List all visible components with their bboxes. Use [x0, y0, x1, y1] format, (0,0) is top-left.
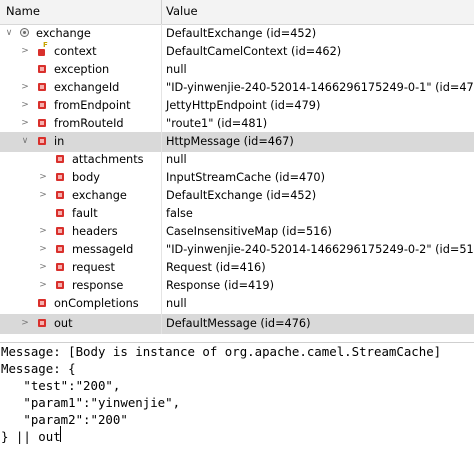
variable-name: body: [72, 171, 100, 184]
variable-value: "ID-yinwenjie-240-52014-1466296175249-0-…: [166, 81, 474, 94]
tree-row-headers[interactable]: > headers CaseInsensitiveMap (id=516): [0, 222, 474, 242]
chevron-right-icon[interactable]: >: [20, 117, 30, 129]
variable-value: null: [166, 63, 187, 76]
variable-value: JettyHttpEndpoint (id=479): [166, 99, 321, 112]
console-line: } || out: [1, 429, 61, 444]
tree-row-body[interactable]: > body InputStreamCache (id=470): [0, 168, 474, 188]
private-field-icon: [56, 245, 64, 253]
chevron-right-icon[interactable]: >: [20, 81, 30, 93]
chevron-right-icon[interactable]: >: [38, 225, 48, 237]
variable-name: out: [54, 317, 73, 330]
variable-value: DefaultCamelContext (id=462): [166, 45, 342, 58]
private-field-icon: [38, 119, 46, 127]
variable-name: fromEndpoint: [54, 99, 131, 112]
variable-name: attachments: [72, 153, 144, 166]
variable-value: DefaultMessage (id=476): [166, 317, 311, 330]
console-line: "param1":"yinwenjie",: [1, 395, 181, 410]
console-line: "param2":"200": [1, 412, 128, 427]
tree-header: Name Value: [0, 0, 474, 25]
tree-row-in[interactable]: ∨ in HttpMessage (id=467): [0, 132, 474, 152]
variable-name: exchange: [72, 189, 127, 202]
chevron-down-icon[interactable]: ∨: [20, 135, 30, 147]
variable-name: exchange: [36, 27, 91, 40]
chevron-right-icon[interactable]: >: [38, 243, 48, 255]
variable-name: messageId: [72, 243, 134, 256]
tree-row-context[interactable]: > context DefaultCamelContext (id=462): [0, 41, 474, 62]
variable-value: false: [166, 207, 193, 220]
private-field-icon: [56, 155, 64, 163]
variable-name: in: [54, 135, 65, 148]
chevron-right-icon[interactable]: >: [38, 171, 48, 183]
final-field-icon: [38, 41, 48, 57]
variable-value: InputStreamCache (id=470): [166, 171, 326, 184]
private-field-icon: [38, 65, 46, 73]
chevron-down-icon[interactable]: ∨: [4, 27, 14, 39]
private-field-icon: [56, 209, 64, 217]
private-field-icon: [56, 263, 64, 271]
private-field-icon: [38, 299, 46, 307]
variable-value: null: [166, 153, 187, 166]
private-field-icon: [56, 191, 64, 199]
tree-row-fromRouteId[interactable]: > fromRouteId "route1" (id=481): [0, 114, 474, 134]
name-column-header[interactable]: Name: [6, 4, 40, 18]
variable-name: fromRouteId: [54, 117, 124, 130]
variable-value: HttpMessage (id=467): [166, 135, 294, 148]
variable-value: null: [166, 297, 187, 310]
variable-value: "route1" (id=481): [166, 117, 268, 130]
variable-value: DefaultExchange (id=452): [166, 27, 317, 40]
console-line: "test":"200",: [1, 378, 121, 393]
private-field-icon: [56, 281, 64, 289]
private-field-icon: [38, 101, 46, 109]
private-field-icon: [38, 319, 46, 327]
console-output[interactable]: Message: [Body is instance of org.apache…: [0, 342, 474, 449]
variable-name: exchangeId: [54, 81, 120, 94]
tree-row-exception[interactable]: exception null: [0, 60, 474, 80]
tree-row-exchange-nested[interactable]: > exchange DefaultExchange (id=452): [0, 186, 474, 206]
value-column-header[interactable]: Value: [166, 4, 198, 18]
console-line: Message: [Body is instance of org.apache…: [1, 344, 442, 359]
variable-value: Request (id=416): [166, 261, 266, 274]
chevron-right-icon[interactable]: >: [20, 45, 30, 57]
tree-row-fault[interactable]: fault false: [0, 204, 474, 224]
variable-name: request: [72, 261, 115, 274]
chevron-right-icon[interactable]: >: [38, 261, 48, 273]
variable-name: headers: [72, 225, 118, 238]
variable-name: onCompletions: [54, 297, 139, 310]
variable-name: context: [54, 45, 97, 58]
private-field-icon: [56, 227, 64, 235]
private-field-icon: [56, 173, 64, 181]
column-divider[interactable]: [161, 0, 162, 24]
tree-row-request[interactable]: > request Request (id=416): [0, 258, 474, 278]
chevron-right-icon[interactable]: >: [38, 279, 48, 291]
private-field-icon: [38, 137, 46, 145]
chevron-right-icon[interactable]: >: [38, 189, 48, 201]
variable-value: DefaultExchange (id=452): [166, 189, 317, 202]
variable-value: CaseInsensitiveMap (id=516): [166, 225, 332, 238]
tree-row-response[interactable]: > response Response (id=419): [0, 276, 474, 296]
variable-name: exception: [54, 63, 110, 76]
tree-row-exchange[interactable]: ∨ exchange DefaultExchange (id=452): [0, 24, 474, 44]
tree-row-messageId[interactable]: > messageId "ID-yinwenjie-240-52014-1466…: [0, 240, 474, 260]
variables-tree: Name Value ∨ exchange DefaultExchange (i…: [0, 0, 474, 342]
variable-value: "ID-yinwenjie-240-52014-1466296175249-0-…: [166, 243, 474, 256]
tree-row-fromEndpoint[interactable]: > fromEndpoint JettyHttpEndpoint (id=479…: [0, 96, 474, 116]
tree-row-onCompletions[interactable]: onCompletions null: [0, 294, 474, 314]
text-cursor: [60, 426, 61, 442]
tree-row-out[interactable]: > out DefaultMessage (id=476): [0, 314, 474, 334]
variable-value: Response (id=419): [166, 279, 274, 292]
tree-row-exchangeId[interactable]: > exchangeId "ID-yinwenjie-240-52014-146…: [0, 78, 474, 98]
chevron-right-icon[interactable]: >: [20, 317, 30, 329]
variable-name: fault: [72, 207, 98, 220]
chevron-right-icon[interactable]: >: [20, 99, 30, 111]
private-field-icon: [38, 83, 46, 91]
tree-row-attachments[interactable]: attachments null: [0, 150, 474, 170]
console-line: Message: {: [1, 361, 76, 376]
variable-name: response: [72, 279, 124, 292]
root-object-icon: [20, 28, 29, 37]
